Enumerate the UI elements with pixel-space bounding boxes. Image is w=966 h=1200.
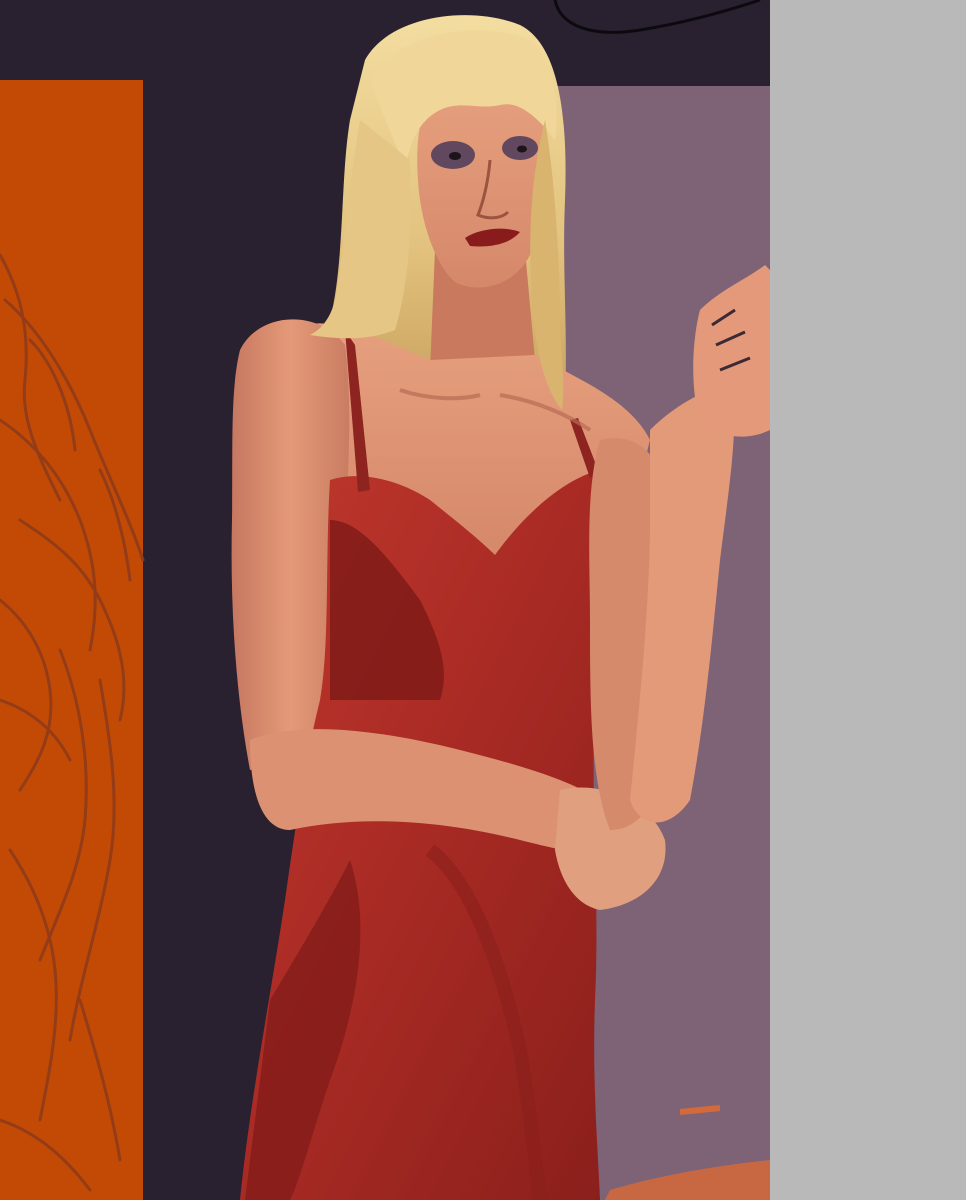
small-stroke <box>679 1105 721 1115</box>
digital-painting-canvas <box>0 0 966 1200</box>
pupil-right <box>517 145 527 153</box>
grey-side-panel <box>770 0 966 1200</box>
pupil-left <box>449 152 461 160</box>
